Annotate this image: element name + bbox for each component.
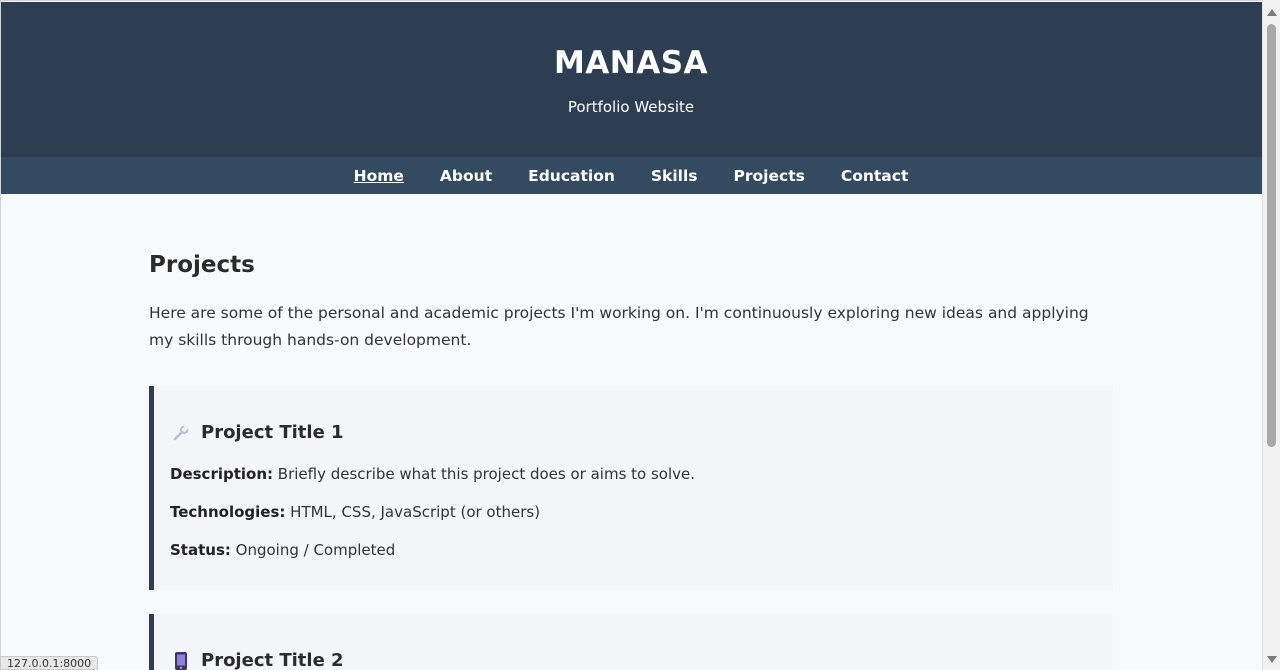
site-subtitle: Portfolio Website: [567, 98, 695, 116]
project-title: Project Title 2: [201, 650, 344, 670]
description-label: Description:: [170, 465, 274, 483]
status-value: Ongoing / Completed: [230, 541, 396, 559]
project-title: Project Title 1: [201, 422, 344, 443]
scroll-up-arrow-icon[interactable]: [1267, 9, 1277, 16]
technologies-value: HTML, CSS, JavaScript (or others): [285, 503, 541, 521]
nav-link-projects[interactable]: Projects: [734, 167, 805, 185]
scroll-thumb[interactable]: [1267, 24, 1276, 447]
project-card: Project Title 2: [149, 614, 1113, 670]
mobile-phone-icon: [170, 650, 192, 670]
nav-link-education[interactable]: Education: [528, 167, 615, 185]
technologies-label: Technologies:: [170, 503, 286, 521]
projects-section: Projects Here are some of the personal a…: [149, 194, 1113, 670]
section-title: Projects: [149, 252, 255, 278]
site-title: MANASA: [553, 45, 709, 81]
nav-link-home[interactable]: Home: [354, 167, 404, 185]
status-bar-url: 127.0.0.1:8000: [0, 656, 99, 670]
nav-link-contact[interactable]: Contact: [841, 167, 909, 185]
project-heading: Project Title 2: [170, 648, 1093, 670]
section-intro: Here are some of the personal and academ…: [149, 304, 1089, 349]
description-value: Briefly describe what this project does …: [273, 465, 696, 483]
project-card: Project Title 1 Description: Briefly des…: [149, 386, 1113, 590]
status-label: Status:: [170, 541, 231, 559]
project-description: Description: Briefly describe what this …: [170, 462, 1093, 486]
page: MANASA Portfolio Website Home About Educ…: [0, 0, 1262, 670]
scroll-down-arrow-icon[interactable]: [1267, 656, 1277, 663]
project-heading: Project Title 1: [170, 420, 1093, 446]
nav-link-about[interactable]: About: [440, 167, 492, 185]
vertical-scrollbar[interactable]: [1262, 0, 1280, 670]
site-header: MANASA Portfolio Website: [0, 2, 1262, 157]
nav-link-skills[interactable]: Skills: [651, 167, 698, 185]
project-status: Status: Ongoing / Completed: [170, 538, 1093, 562]
wrench-icon: [170, 422, 192, 444]
main-nav: Home About Education Skills Projects Con…: [0, 157, 1262, 194]
project-technologies: Technologies: HTML, CSS, JavaScript (or …: [170, 500, 1093, 524]
